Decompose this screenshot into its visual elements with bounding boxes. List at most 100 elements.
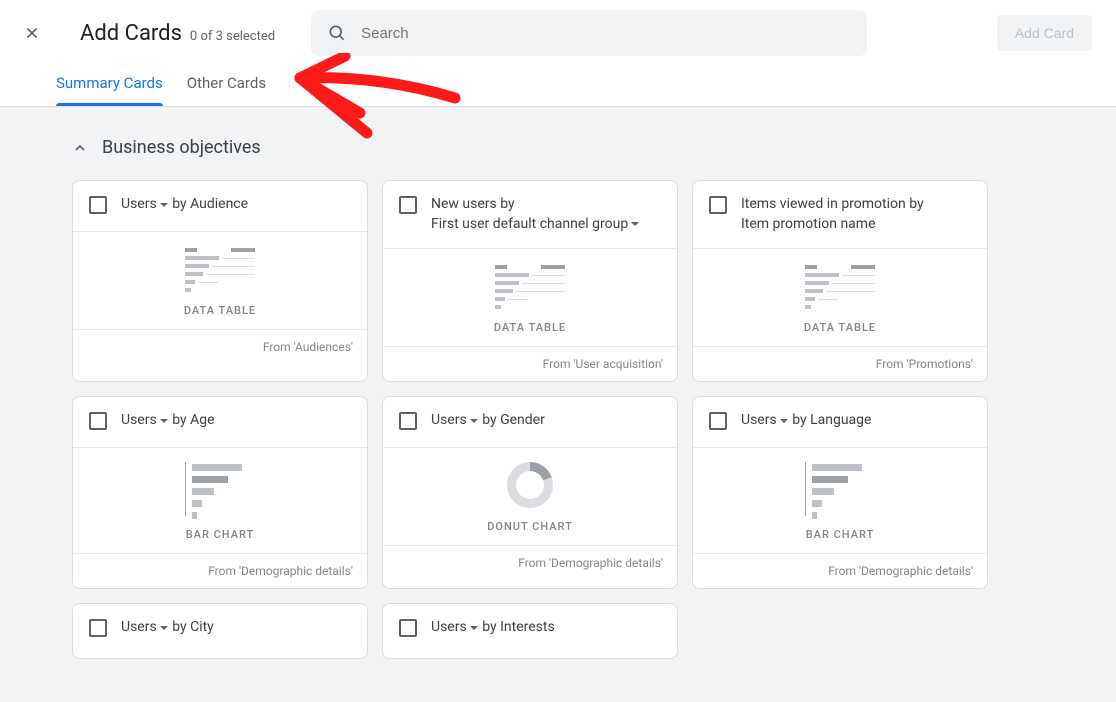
card-source: From 'Demographic details' — [693, 553, 987, 588]
card-title: Items viewed in promotion by Item promot… — [741, 195, 924, 234]
by-text: by — [482, 412, 500, 428]
metric-label: Users — [741, 411, 777, 431]
by-text: by — [172, 619, 190, 635]
barchart-preview-icon — [185, 462, 255, 516]
dimension-label: Audience — [190, 195, 248, 215]
metric-label: Users — [121, 618, 157, 638]
preview-type-label: DATA TABLE — [804, 321, 876, 334]
dimension-dropdown[interactable]: First user default channel group — [431, 215, 640, 235]
card-source: From 'Demographic details' — [383, 545, 677, 580]
table-preview-icon — [805, 263, 875, 309]
preview-type-label: DONUT CHART — [487, 520, 573, 533]
card-checkbox[interactable] — [399, 412, 417, 430]
page-title: Add Cards — [80, 21, 182, 46]
card-checkbox[interactable] — [399, 619, 417, 637]
close-button[interactable] — [20, 21, 44, 45]
dimension-label: Item promotion name — [741, 215, 876, 235]
card-title: Users by Age — [121, 411, 215, 431]
barchart-preview-icon — [805, 462, 875, 516]
section-header[interactable]: Business objectives — [72, 137, 1044, 158]
card-title: Users by Gender — [431, 411, 545, 431]
dimension-label: Language — [810, 411, 871, 431]
dimension-label: City — [190, 618, 214, 638]
metric-label: Users — [431, 411, 467, 431]
card: Users by Audience DATA TABLE From 'Audie… — [72, 180, 368, 382]
card-title-line1: New users by — [431, 196, 515, 212]
caret-down-icon — [469, 623, 479, 633]
card-source: From 'User acquisition' — [383, 346, 677, 381]
card: New users by First user default channel … — [382, 180, 678, 382]
dimension-label: Gender — [500, 411, 545, 431]
by-text: by — [482, 619, 500, 635]
dimension-dropdown: Language — [810, 411, 871, 431]
card-source: From 'Promotions' — [693, 346, 987, 381]
tab-summary-cards[interactable]: Summary Cards — [56, 74, 163, 106]
section-title: Business objectives — [102, 137, 261, 158]
dimension-dropdown: Audience — [190, 195, 248, 215]
card: Users by City — [72, 603, 368, 659]
card-title-line1: Items viewed in promotion by — [741, 196, 924, 212]
by-text: by — [172, 196, 190, 212]
search-box[interactable] — [311, 10, 867, 56]
card-source: From 'Audiences' — [73, 329, 367, 364]
preview-type-label: DATA TABLE — [494, 321, 566, 334]
caret-down-icon — [159, 200, 169, 210]
dimension-dropdown: Age — [190, 411, 214, 431]
card-checkbox[interactable] — [89, 196, 107, 214]
table-preview-icon — [495, 263, 565, 309]
card: Items viewed in promotion by Item promot… — [692, 180, 988, 382]
tabs: Summary Cards Other Cards — [0, 56, 1116, 107]
metric-label: Users — [121, 195, 157, 215]
dimension-label: Age — [190, 411, 214, 431]
search-icon — [327, 23, 347, 43]
metric-label: Users — [431, 618, 467, 638]
card-title: Users by City — [121, 618, 214, 638]
tab-other-cards[interactable]: Other Cards — [187, 74, 266, 106]
metric-dropdown[interactable]: Users — [431, 411, 479, 431]
card-title: Users by Interests — [431, 618, 555, 638]
card: Users by Language BAR CHART From 'Demogr… — [692, 396, 988, 589]
by-text: by — [792, 412, 810, 428]
dimension-dropdown: Item promotion name — [741, 215, 876, 235]
caret-down-icon — [630, 219, 640, 229]
dimension-label: First user default channel group — [431, 215, 628, 235]
metric-label: Users — [121, 411, 157, 431]
card-checkbox[interactable] — [89, 619, 107, 637]
card-title: Users by Language — [741, 411, 871, 431]
card-checkbox[interactable] — [89, 412, 107, 430]
metric-dropdown[interactable]: Users — [431, 618, 479, 638]
dimension-label: Interests — [500, 618, 555, 638]
metric-dropdown[interactable]: Users — [121, 195, 169, 215]
metric-dropdown[interactable]: Users — [741, 411, 789, 431]
dimension-dropdown: City — [190, 618, 214, 638]
chevron-up-icon — [72, 140, 88, 156]
title-block: Add Cards 0 of 3 selected — [80, 21, 275, 46]
card-title: New users by First user default channel … — [431, 195, 640, 234]
card-source: From 'Demographic details' — [73, 553, 367, 588]
table-preview-icon — [185, 246, 255, 292]
card: Users by Interests — [382, 603, 678, 659]
caret-down-icon — [159, 623, 169, 633]
card-checkbox[interactable] — [709, 412, 727, 430]
donut-preview-icon — [507, 462, 553, 508]
caret-down-icon — [159, 416, 169, 426]
selection-count: 0 of 3 selected — [190, 29, 275, 44]
caret-down-icon — [779, 416, 789, 426]
by-text: by — [172, 412, 190, 428]
caret-down-icon — [469, 416, 479, 426]
dimension-dropdown: Gender — [500, 411, 545, 431]
dimension-dropdown: Interests — [500, 618, 555, 638]
metric-dropdown[interactable]: Users — [121, 411, 169, 431]
search-input[interactable] — [361, 25, 851, 42]
add-card-button[interactable]: Add Card — [997, 15, 1092, 51]
metric-dropdown[interactable]: Users — [121, 618, 169, 638]
card-checkbox[interactable] — [709, 196, 727, 214]
preview-type-label: BAR CHART — [186, 528, 255, 541]
preview-type-label: BAR CHART — [806, 528, 875, 541]
card: Users by Gender DONUT CHART From 'Demogr… — [382, 396, 678, 589]
card-title: Users by Audience — [121, 195, 248, 215]
card: Users by Age BAR CHART From 'Demographic… — [72, 396, 368, 589]
preview-type-label: DATA TABLE — [184, 304, 256, 317]
close-icon — [23, 24, 41, 42]
card-checkbox[interactable] — [399, 196, 417, 214]
